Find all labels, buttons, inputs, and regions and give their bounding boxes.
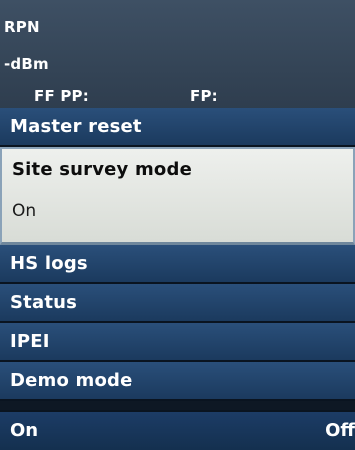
softkey-bar: On Off — [0, 410, 355, 450]
menu-item-label: HS logs — [10, 253, 88, 274]
settings-menu: Master reset Site survey mode On HS logs… — [0, 108, 355, 401]
softkey-on-button[interactable]: On — [10, 420, 38, 441]
menu-item-label: Site survey mode — [12, 159, 192, 180]
rpn-label: RPN — [4, 18, 40, 36]
dbm-label: -dBm — [4, 55, 49, 73]
menu-item-value: On — [12, 201, 37, 221]
menu-item-label: IPEI — [10, 331, 50, 352]
menu-item-hs-logs[interactable]: HS logs — [0, 245, 355, 284]
menu-item-label: Demo mode — [10, 370, 133, 391]
softkey-off-button[interactable]: Off — [325, 420, 355, 441]
menu-item-site-survey-mode[interactable]: Site survey mode On — [0, 147, 355, 245]
phone-screen: RPN -dBm FF PP: FP: Master reset Site su… — [0, 0, 355, 450]
menu-item-label: Status — [10, 292, 78, 313]
menu-item-demo-mode[interactable]: Demo mode — [0, 362, 355, 401]
fp-label: FP: — [190, 87, 218, 105]
menu-item-ipei[interactable]: IPEI — [0, 323, 355, 362]
ff-pp-label: FF PP: — [34, 87, 89, 105]
menu-item-label: Master reset — [10, 116, 142, 137]
background-status-area: RPN -dBm FF PP: FP: — [0, 0, 355, 110]
menu-item-master-reset[interactable]: Master reset — [0, 108, 355, 147]
menu-item-status[interactable]: Status — [0, 284, 355, 323]
